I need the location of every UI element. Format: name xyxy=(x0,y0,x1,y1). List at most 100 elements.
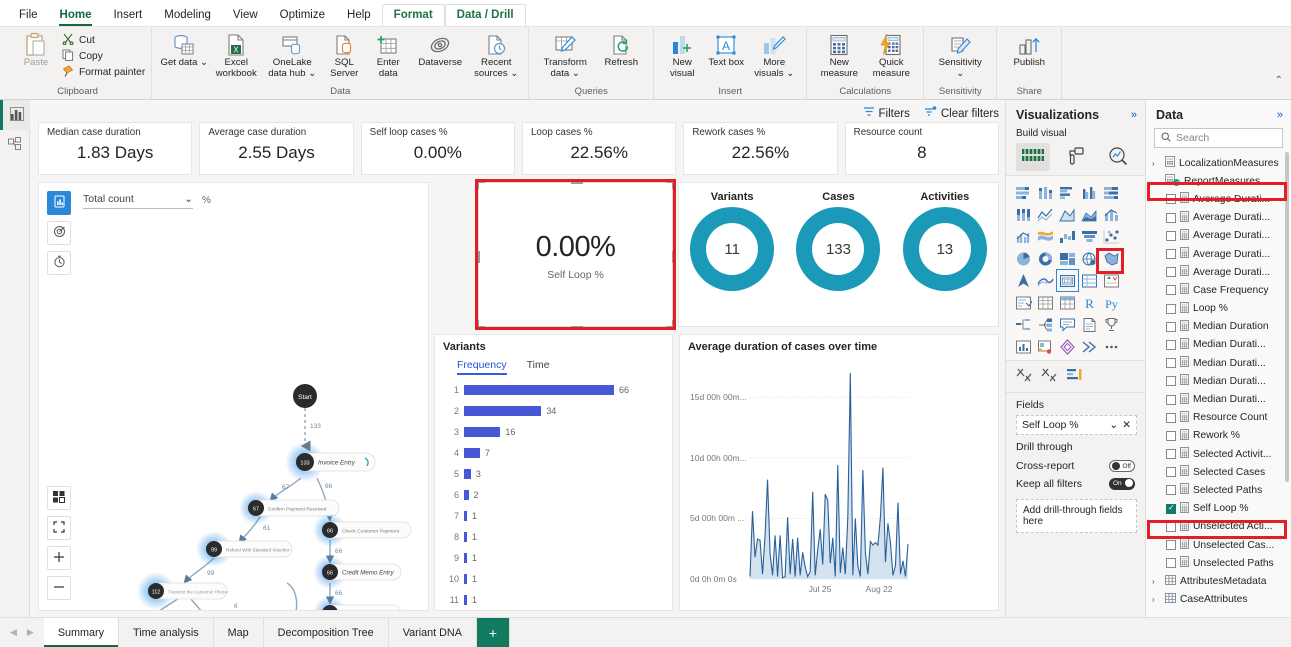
field-checkbox[interactable] xyxy=(1166,249,1176,260)
recent-sources-button[interactable]: Recent sources ⌄ xyxy=(470,30,522,79)
chevron-down-icon[interactable]: ⌄ xyxy=(1109,419,1118,431)
field-checkbox[interactable] xyxy=(1166,503,1176,514)
donut-chart-icon[interactable] xyxy=(1036,249,1055,268)
data-tree-measure[interactable]: Median Durati... xyxy=(1146,372,1291,390)
drill-tool-icon[interactable] xyxy=(1066,367,1083,386)
field-checkbox[interactable] xyxy=(1166,212,1176,223)
variant-row[interactable]: 2 34 xyxy=(443,400,664,421)
field-checkbox[interactable] xyxy=(1166,376,1176,387)
slicer-icon[interactable] xyxy=(1014,293,1033,312)
decomposition-tree-icon[interactable] xyxy=(1014,315,1033,334)
card-icon[interactable]: 123 xyxy=(1056,269,1079,292)
data-tree-measure[interactable]: Median Durati... xyxy=(1146,336,1291,354)
variant-row[interactable]: 81 xyxy=(443,526,664,547)
map-icon[interactable] xyxy=(1080,249,1099,268)
kpi-icon[interactable] xyxy=(1102,271,1121,290)
data-tree-table[interactable]: › AttributesMetadata xyxy=(1146,572,1291,590)
metrics-icon[interactable] xyxy=(1014,337,1033,356)
clustered-column-chart-icon[interactable] xyxy=(1080,183,1099,202)
chevron-left-icon[interactable]: ◀ xyxy=(10,627,17,638)
field-checkbox[interactable] xyxy=(1166,449,1176,460)
clear-filters-button[interactable]: Clear filters xyxy=(924,106,999,121)
variants-tab-frequency[interactable]: Frequency xyxy=(457,359,507,375)
data-tree-measure[interactable]: Median Durati... xyxy=(1146,390,1291,408)
stacked-column-chart-icon[interactable] xyxy=(1036,183,1055,202)
process-map-visual[interactable]: 1336766 616699 666745 67137 676766 6133 … xyxy=(38,182,429,611)
multi-row-card-icon[interactable] xyxy=(1080,271,1099,290)
new-measure-button[interactable]: New measure xyxy=(813,30,865,79)
chevron-right-icon[interactable]: » xyxy=(1131,109,1137,121)
format-tool-icon[interactable] xyxy=(1016,367,1033,386)
ribbon-tab-modeling[interactable]: Modeling xyxy=(153,5,222,26)
table-icon[interactable] xyxy=(1036,293,1055,312)
data-tree-measure[interactable]: Selected Cases xyxy=(1146,463,1291,481)
data-tree-table[interactable]: › LocalizationMeasures xyxy=(1146,154,1291,172)
treemap-icon[interactable] xyxy=(1058,249,1077,268)
field-checkbox[interactable] xyxy=(1166,540,1176,551)
chevron-right-icon[interactable]: » xyxy=(1277,109,1283,121)
field-checkbox[interactable] xyxy=(1166,194,1176,205)
publish-button[interactable]: Publish xyxy=(1003,30,1055,69)
area-chart-icon[interactable] xyxy=(1058,205,1077,224)
sql-server-button[interactable]: SQL Server xyxy=(322,30,366,79)
add-page-button[interactable]: + xyxy=(476,618,511,647)
clustered-bar-chart-icon[interactable] xyxy=(1058,183,1077,202)
sensitivity-button[interactable]: Sensitivity ⌄ xyxy=(930,30,990,79)
data-tree-measure[interactable]: Average Durati... xyxy=(1146,209,1291,227)
field-well-item[interactable]: Self Loop % ⌄ ✕ xyxy=(1016,415,1137,435)
zoom-out-button[interactable] xyxy=(47,576,71,600)
field-checkbox[interactable] xyxy=(1166,521,1176,532)
power-automate-icon[interactable] xyxy=(1058,337,1077,356)
ribbon-tab-optimize[interactable]: Optimize xyxy=(269,5,336,26)
ribbon-tab-data-drill[interactable]: Data / Drill xyxy=(444,4,526,26)
100-stacked-bar-chart-icon[interactable] xyxy=(1102,183,1121,202)
field-checkbox[interactable] xyxy=(1166,558,1176,569)
performance-mode-button[interactable] xyxy=(47,221,71,245)
variant-row[interactable]: 1 66 xyxy=(443,379,664,400)
field-checkbox[interactable] xyxy=(1166,303,1176,314)
page-tab-time-analysis[interactable]: Time analysis xyxy=(119,618,214,647)
data-tree-measure[interactable]: Unselected Acti... xyxy=(1146,518,1291,536)
kpi-card-rework-cases-pct[interactable]: Rework cases % 22.56% xyxy=(683,122,838,175)
filled-map-icon[interactable] xyxy=(1102,249,1121,268)
page-tab-decomposition-tree[interactable]: Decomposition Tree xyxy=(263,618,389,647)
field-checkbox[interactable] xyxy=(1166,267,1176,278)
field-checkbox[interactable] xyxy=(1166,485,1176,496)
page-tab-map[interactable]: Map xyxy=(213,618,264,647)
smart-narrative-icon[interactable] xyxy=(1058,315,1077,334)
analytics-tab[interactable] xyxy=(1101,143,1135,171)
onelake-data-hub-button[interactable]: OneLake data hub ⌄ xyxy=(262,30,322,79)
fit-screen-button[interactable] xyxy=(47,516,71,540)
stacked-bar-chart-icon[interactable] xyxy=(1014,183,1033,202)
fit-grid-button[interactable] xyxy=(47,486,71,510)
paste-button[interactable]: Paste xyxy=(10,30,62,69)
process-map-metric-dropdown[interactable]: Total count ⌄ xyxy=(83,193,193,209)
python-visual-icon[interactable]: Py xyxy=(1102,293,1121,312)
format-visual-tab[interactable] xyxy=(1058,143,1092,171)
donut-activities[interactable]: Activities 13 xyxy=(892,183,998,326)
ribbon-tab-view[interactable]: View xyxy=(222,5,269,26)
ribbon-tab-help[interactable]: Help xyxy=(336,5,382,26)
data-tree-measure[interactable]: Median Durati... xyxy=(1146,354,1291,372)
matrix-icon[interactable] xyxy=(1058,293,1077,312)
self-loop-card-visual[interactable]: 0.00% Self Loop % xyxy=(477,181,674,328)
line-clustered-column-chart-icon[interactable] xyxy=(1014,227,1033,246)
duration-mode-button[interactable] xyxy=(47,251,71,275)
variant-row[interactable]: 62 xyxy=(443,484,664,505)
transform-data-button[interactable]: Transform data ⌄ xyxy=(535,30,595,79)
zoom-in-button[interactable] xyxy=(47,546,71,570)
field-checkbox[interactable] xyxy=(1166,230,1176,241)
waterfall-chart-icon[interactable] xyxy=(1058,227,1077,246)
data-tree-measure[interactable]: Average Durati... xyxy=(1146,190,1291,208)
frequency-mode-button[interactable] xyxy=(47,191,71,215)
variant-row[interactable]: 47 xyxy=(443,442,664,463)
field-checkbox[interactable] xyxy=(1166,321,1176,332)
variant-row[interactable]: 53 xyxy=(443,463,664,484)
kpi-card-resource-count[interactable]: Resource count 8 xyxy=(844,122,999,175)
variants-visual[interactable]: Variants Frequency Time 1 66 2 34 3 16 4 7 5 3 6 2 7… xyxy=(434,334,673,611)
power-apps-icon[interactable] xyxy=(1036,337,1055,356)
kpi-card-loop-cases-pct[interactable]: Loop cases % 22.56% xyxy=(521,122,677,175)
field-checkbox[interactable] xyxy=(1166,394,1176,405)
goals-icon[interactable] xyxy=(1102,315,1121,334)
field-checkbox[interactable] xyxy=(1166,412,1176,423)
